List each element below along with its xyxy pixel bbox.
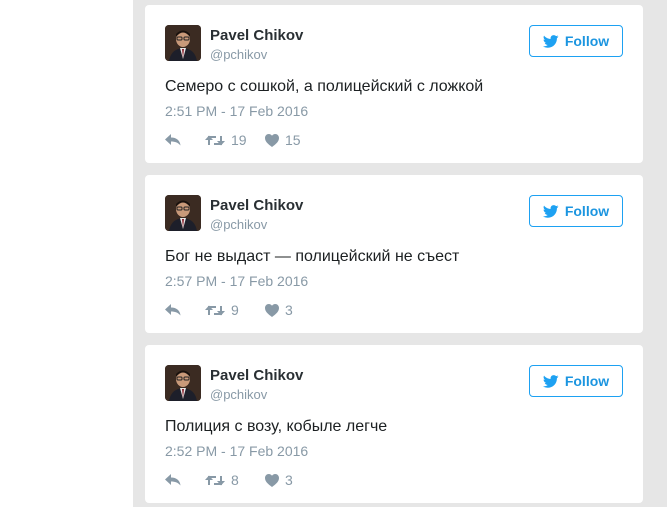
author-handle[interactable]: @pchikov — [210, 387, 267, 402]
retweet-count: 19 — [231, 132, 247, 148]
heart-icon — [265, 133, 279, 147]
reply-icon — [165, 304, 181, 316]
retweet-count: 9 — [231, 302, 239, 318]
author-name[interactable]: Pavel Chikov — [210, 27, 303, 44]
tweet-text: Бог не выдаст — полицейский не съест — [165, 248, 460, 265]
heart-icon — [265, 473, 279, 487]
author-handle[interactable]: @pchikov — [210, 217, 267, 232]
reply-button[interactable] — [165, 304, 205, 316]
author-name[interactable]: Pavel Chikov — [210, 367, 303, 384]
tweet-timestamp[interactable]: 2:51 PM - 17 Feb 2016 — [165, 103, 308, 119]
retweet-icon — [205, 304, 225, 317]
follow-label: Follow — [564, 373, 610, 389]
retweet-button[interactable]: 19 — [205, 132, 265, 148]
twitter-bird-icon — [542, 34, 559, 48]
tweet-card: Pavel Chikov @pchikov Follow Семеро с со… — [145, 5, 643, 163]
reply-button[interactable] — [165, 134, 205, 146]
follow-label: Follow — [564, 203, 610, 219]
author-name[interactable]: Pavel Chikov — [210, 197, 303, 214]
twitter-bird-icon — [542, 374, 559, 388]
reply-icon — [165, 474, 181, 486]
tweet-text: Полиция с возу, кобыле легче — [165, 418, 388, 435]
reply-button[interactable] — [165, 474, 205, 486]
avatar[interactable] — [165, 365, 201, 401]
like-button[interactable]: 3 — [265, 472, 293, 488]
like-count: 15 — [285, 132, 301, 148]
author-handle[interactable]: @pchikov — [210, 47, 267, 62]
tweet-actions: 9 3 — [165, 301, 293, 319]
follow-button[interactable]: Follow — [529, 25, 623, 57]
retweet-button[interactable]: 9 — [205, 302, 265, 318]
follow-button[interactable]: Follow — [529, 195, 623, 227]
retweet-button[interactable]: 8 — [205, 472, 265, 488]
tweet-card: Pavel Chikov @pchikov Follow Полиция с в… — [145, 345, 643, 503]
retweet-icon — [205, 474, 225, 487]
heart-icon — [265, 303, 279, 317]
tweet-actions: 19 15 — [165, 131, 301, 149]
tweet-text: Семеро с сошкой, а полицейский с ложкой — [165, 78, 484, 95]
avatar[interactable] — [165, 195, 201, 231]
follow-button[interactable]: Follow — [529, 365, 623, 397]
reply-icon — [165, 134, 181, 146]
like-count: 3 — [285, 472, 293, 488]
like-button[interactable]: 15 — [265, 132, 301, 148]
twitter-bird-icon — [542, 204, 559, 218]
retweet-icon — [205, 134, 225, 147]
follow-label: Follow — [564, 33, 610, 49]
like-button[interactable]: 3 — [265, 302, 293, 318]
like-count: 3 — [285, 302, 293, 318]
tweet-actions: 8 3 — [165, 471, 293, 489]
tweet-card: Pavel Chikov @pchikov Follow Бог не выда… — [145, 175, 643, 333]
tweet-timestamp[interactable]: 2:52 PM - 17 Feb 2016 — [165, 443, 308, 459]
retweet-count: 8 — [231, 472, 239, 488]
tweet-timestamp[interactable]: 2:57 PM - 17 Feb 2016 — [165, 273, 308, 289]
avatar[interactable] — [165, 25, 201, 61]
